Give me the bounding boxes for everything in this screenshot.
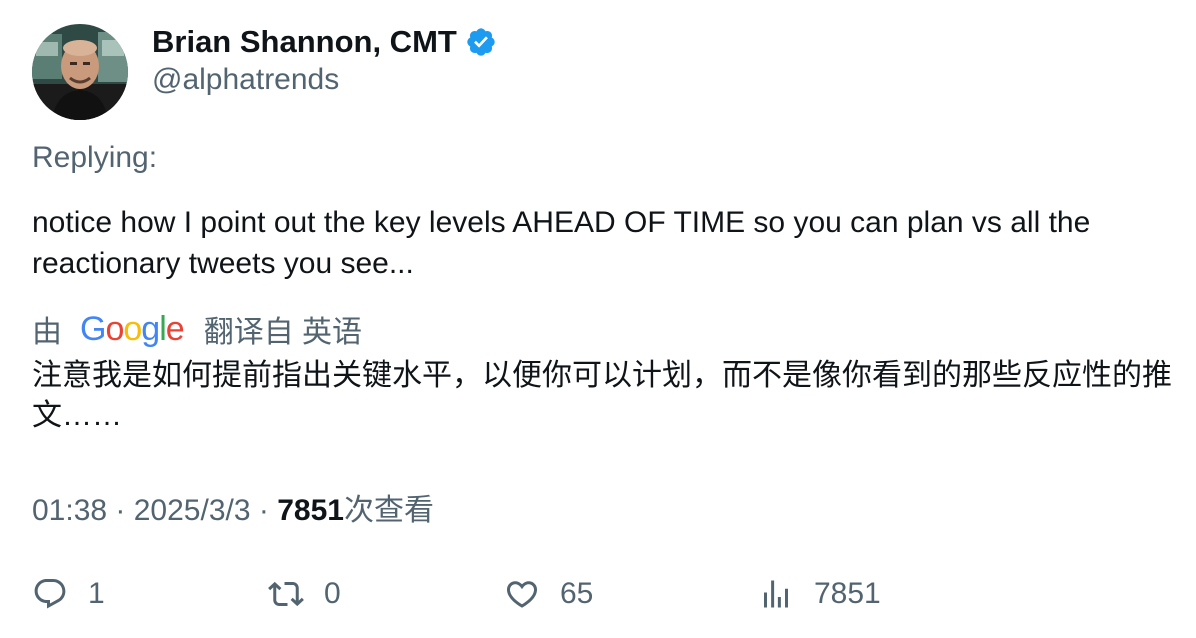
google-logo[interactable]: Google [80,310,185,349]
replying-label: Replying: [32,141,158,174]
author-name-row[interactable]: Brian Shannon, CMT [152,22,497,62]
like-button[interactable]: 65 [504,570,593,618]
translation-suffix: 翻译自 英语 [203,316,363,349]
avatar-image [32,24,128,120]
like-count: 65 [560,577,594,610]
retweet-icon [268,581,304,607]
avatar[interactable] [32,24,128,120]
reply-icon [34,579,66,609]
verified-badge-icon[interactable] [465,26,497,58]
tweet-time[interactable]: 01:38 [32,494,107,527]
views-count: 7851 [277,494,344,527]
meta-separator: · [258,494,278,527]
views-label: 次查看 [343,494,434,527]
views-action-count: 7851 [814,577,881,610]
translation-prefix: 由 [32,316,62,349]
heart-icon [506,581,538,608]
reply-count: 1 [88,577,105,610]
meta-separator: · [115,494,134,527]
translation-attribution: 由 Google 翻译自 英语 [32,309,363,350]
tweet-meta: 01:38 · 2025/3/3 · 7851次查看 [32,485,434,529]
translated-tweet-text: 注意我是如何提前指出关键水平，以便你可以计划，而不是像你看到的那些反应性的推文…… [32,359,1172,432]
views-icon [764,580,788,608]
reply-button[interactable]: 1 [32,570,105,618]
action-bar: 1 0 65 7851 [0,570,1196,618]
retweet-button[interactable]: 0 [268,570,341,618]
tweet-text: notice how I point out the key levels AH… [32,206,1091,280]
views-button[interactable]: 7851 [758,570,881,618]
retweet-count: 0 [324,577,341,610]
author-display-name[interactable]: Brian Shannon, CMT [152,24,457,60]
tweet-date[interactable]: 2025/3/3 [134,494,251,527]
author-handle[interactable]: @alphatrends [152,63,339,97]
